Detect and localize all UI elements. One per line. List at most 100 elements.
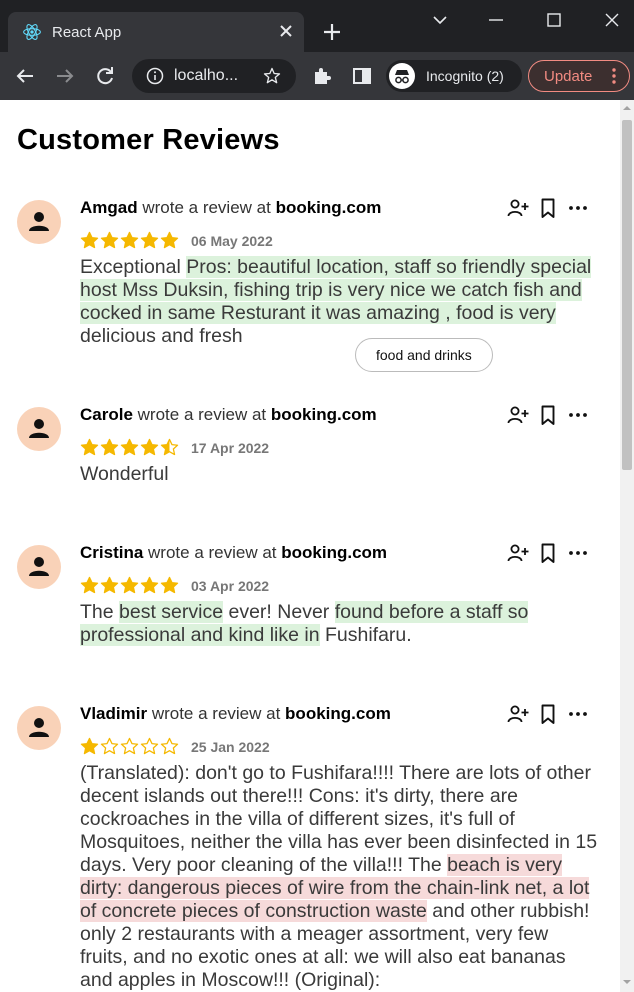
scroll-up-arrow-icon[interactable] bbox=[623, 104, 631, 112]
bookmark-icon[interactable] bbox=[536, 702, 560, 726]
more-horizontal-icon[interactable] bbox=[566, 702, 590, 726]
browser-titlebar: React App bbox=[0, 0, 634, 52]
browser-tab[interactable]: React App bbox=[8, 12, 304, 52]
tab-title: React App bbox=[52, 24, 122, 41]
review-source[interactable]: booking.com bbox=[285, 704, 391, 723]
topic-tag[interactable]: food and drinks bbox=[355, 338, 493, 372]
update-label: Update bbox=[544, 68, 593, 85]
incognito-label: Incognito (2) bbox=[426, 68, 504, 84]
person-add-icon[interactable] bbox=[506, 702, 530, 726]
side-panel-icon[interactable] bbox=[350, 64, 374, 88]
review-author-line: Cristina wrote a review at booking.com bbox=[80, 543, 387, 563]
review-date: 25 Jan 2022 bbox=[191, 739, 270, 755]
review-actions bbox=[506, 196, 592, 220]
page-content: Customer Reviews Amgad wrote a review at… bbox=[0, 100, 620, 992]
review-actions bbox=[506, 541, 592, 565]
person-add-icon[interactable] bbox=[506, 403, 530, 427]
star-filled-icon bbox=[140, 231, 159, 249]
review-author: Carole bbox=[80, 405, 133, 424]
review-author: Amgad bbox=[80, 198, 138, 217]
minimize-icon[interactable] bbox=[484, 8, 508, 32]
avatar bbox=[17, 545, 61, 589]
avatar bbox=[17, 706, 61, 750]
review-connector: wrote a review at bbox=[143, 543, 282, 562]
star-half-icon bbox=[160, 438, 179, 456]
more-horizontal-icon[interactable] bbox=[566, 541, 590, 565]
avatar bbox=[17, 407, 61, 451]
review-connector: wrote a review at bbox=[147, 704, 286, 723]
close-tab-icon[interactable] bbox=[276, 21, 296, 41]
extensions-puzzle-icon[interactable] bbox=[310, 64, 334, 88]
star-empty-icon bbox=[140, 737, 159, 755]
star-filled-icon bbox=[80, 231, 99, 249]
star-rating bbox=[80, 438, 180, 458]
scroll-down-arrow-icon[interactable] bbox=[623, 978, 631, 986]
site-info-icon[interactable] bbox=[146, 67, 164, 85]
bookmark-icon[interactable] bbox=[536, 541, 560, 565]
review-text: Exceptional Pros: beautiful location, st… bbox=[80, 256, 600, 348]
new-tab-plus-icon[interactable] bbox=[320, 20, 344, 44]
review-text-segment: Exceptional bbox=[80, 256, 187, 278]
review-author: Cristina bbox=[80, 543, 144, 562]
review-actions bbox=[506, 403, 592, 427]
person-add-icon[interactable] bbox=[506, 196, 530, 220]
star-filled-icon bbox=[120, 576, 139, 594]
maximize-icon[interactable] bbox=[542, 8, 566, 32]
star-rating bbox=[80, 576, 180, 596]
star-filled-icon bbox=[100, 576, 119, 594]
back-arrow-icon[interactable] bbox=[13, 64, 37, 88]
star-filled-icon bbox=[80, 737, 99, 755]
close-window-icon[interactable] bbox=[600, 8, 624, 32]
star-empty-icon bbox=[160, 737, 179, 755]
star-filled-icon bbox=[100, 438, 119, 456]
page-title: Customer Reviews bbox=[17, 124, 280, 156]
review-date: 17 Apr 2022 bbox=[191, 440, 270, 456]
review-author-line: Amgad wrote a review at booking.com bbox=[80, 198, 381, 218]
person-add-icon[interactable] bbox=[506, 541, 530, 565]
react-logo-icon bbox=[23, 24, 41, 40]
user-icon bbox=[29, 419, 49, 438]
address-bar[interactable]: localho... bbox=[132, 59, 296, 93]
review-text-segment: Fushifaru. bbox=[319, 624, 412, 646]
review-connector: wrote a review at bbox=[137, 198, 276, 217]
review-author-line: Vladimir wrote a review at booking.com bbox=[80, 704, 391, 724]
star-filled-icon bbox=[100, 231, 119, 249]
star-rating bbox=[80, 737, 180, 757]
forward-arrow-icon[interactable] bbox=[53, 64, 77, 88]
review-date: 03 Apr 2022 bbox=[191, 578, 270, 594]
review-text: Wonderful bbox=[80, 463, 600, 486]
review-source[interactable]: booking.com bbox=[276, 198, 382, 217]
update-button[interactable]: Update bbox=[528, 60, 630, 92]
review-text: The best service ever! Never found befor… bbox=[80, 601, 600, 647]
tab-search-chevron-icon[interactable] bbox=[428, 8, 452, 32]
bookmark-icon[interactable] bbox=[536, 403, 560, 427]
bookmark-icon[interactable] bbox=[536, 196, 560, 220]
incognito-indicator[interactable]: Incognito (2) bbox=[386, 60, 522, 92]
reload-icon[interactable] bbox=[93, 64, 117, 88]
review-connector: wrote a review at bbox=[132, 405, 271, 424]
page-scrollbar[interactable] bbox=[620, 100, 634, 992]
review-actions bbox=[506, 702, 592, 726]
positive-highlight: best service bbox=[119, 601, 224, 623]
star-filled-icon bbox=[120, 438, 139, 456]
star-filled-icon bbox=[160, 576, 179, 594]
star-filled-icon bbox=[140, 576, 159, 594]
scrollbar-thumb[interactable] bbox=[622, 120, 632, 470]
more-horizontal-icon[interactable] bbox=[566, 196, 590, 220]
more-vertical-icon[interactable] bbox=[611, 67, 617, 85]
review-author-line: Carole wrote a review at booking.com bbox=[80, 405, 377, 425]
review-author: Vladimir bbox=[80, 704, 148, 723]
avatar bbox=[17, 200, 61, 244]
star-filled-icon bbox=[160, 231, 179, 249]
bookmark-star-icon[interactable] bbox=[262, 66, 282, 86]
review-source[interactable]: booking.com bbox=[271, 405, 377, 424]
user-icon bbox=[29, 557, 49, 576]
review-source[interactable]: booking.com bbox=[281, 543, 387, 562]
review-text-segment: delicious and fresh bbox=[80, 325, 243, 347]
star-filled-icon bbox=[80, 576, 99, 594]
url-text: localho... bbox=[174, 67, 239, 84]
user-icon bbox=[29, 212, 49, 231]
more-horizontal-icon[interactable] bbox=[566, 403, 590, 427]
star-filled-icon bbox=[140, 438, 159, 456]
user-icon bbox=[29, 718, 49, 737]
